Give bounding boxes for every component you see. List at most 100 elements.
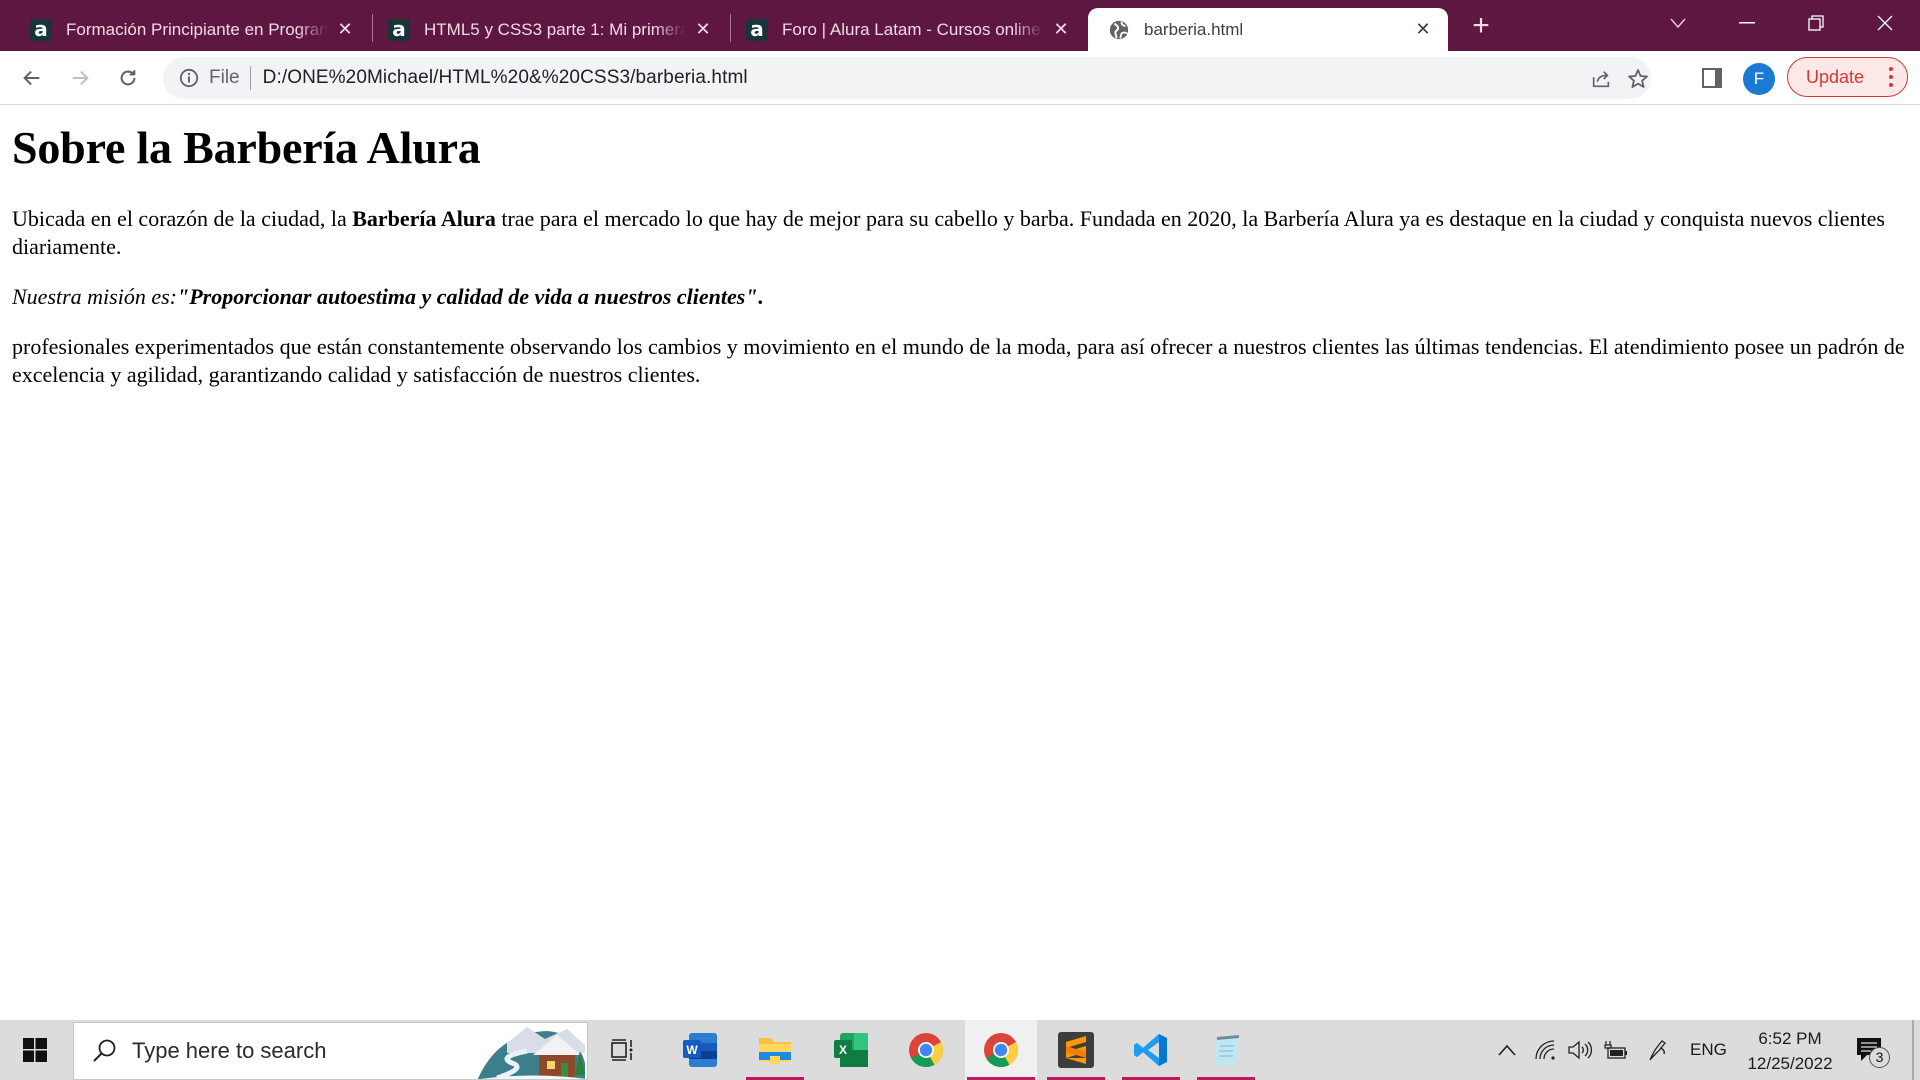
tab-formacion[interactable]: a Formación Principiante en Programación… <box>0 8 372 51</box>
battery-button[interactable] <box>1602 1037 1628 1063</box>
start-button[interactable] <box>0 1020 70 1080</box>
taskbar-notepad[interactable] <box>1195 1020 1257 1080</box>
intro-paragraph: Ubicada en el corazón de la ciudad, la B… <box>12 205 1908 261</box>
task-view-icon <box>611 1039 633 1061</box>
vscode-icon <box>1134 1034 1167 1066</box>
action-center-button[interactable]: 3 <box>1855 1036 1890 1068</box>
network-button[interactable] <box>1533 1037 1559 1063</box>
back-button[interactable] <box>17 63 47 93</box>
close-tab-icon[interactable]: ✕ <box>692 19 714 41</box>
bookmark-button[interactable] <box>1626 67 1650 91</box>
alura-icon: a <box>746 18 768 41</box>
mission-paragraph: Nuestra misión es:"Proporcionar autoesti… <box>12 283 1908 311</box>
chrome-icon <box>909 1033 943 1067</box>
chrome-icon <box>984 1033 1018 1067</box>
page-content: Sobre la Barbería Alura Ubicada en el co… <box>0 106 1920 1020</box>
mission-quote: "Proporcionar autoestima y calidad de vi… <box>177 283 758 309</box>
intro-text-start: Ubicada en el corazón de la ciudad, la <box>12 205 353 231</box>
svg-text:W: W <box>686 1043 698 1057</box>
taskbar-file-explorer[interactable] <box>744 1020 806 1080</box>
show-desktop-button[interactable] <box>1912 1020 1914 1080</box>
taskbar-vscode[interactable] <box>1120 1020 1182 1080</box>
reload-icon <box>120 69 136 86</box>
word-icon: W <box>683 1033 717 1067</box>
search-placeholder: Type here to search <box>132 1038 327 1063</box>
side-panel-icon <box>1702 68 1722 88</box>
more-menu-icon[interactable] <box>1889 67 1893 87</box>
notepad-icon <box>1214 1035 1239 1066</box>
taskbar-chrome-active[interactable] <box>965 1020 1037 1080</box>
tab-barberia[interactable]: barberia.html ✕ <box>1088 8 1448 51</box>
side-panel-button[interactable] <box>1699 65 1725 91</box>
tab-title: barberia.html <box>1144 19 1244 39</box>
search-icon <box>93 1039 116 1062</box>
tab-title: HTML5 y CSS3 parte 1: Mi primera página … <box>424 19 686 39</box>
minimize-button[interactable] <box>1717 0 1777 45</box>
chevron-down-icon <box>1670 18 1686 28</box>
team-paragraph: profesionales experimentados que están c… <box>12 333 1905 387</box>
clock-date: 12/25/2022 <box>1747 1054 1833 1073</box>
arrow-left-icon <box>23 70 40 86</box>
wifi-icon <box>1535 1040 1555 1060</box>
share-button[interactable] <box>1589 67 1613 91</box>
update-button[interactable]: Update <box>1787 57 1908 97</box>
page-title: Sobre la Barbería Alura <box>12 122 481 173</box>
url-text[interactable]: D:/ONE%20Michael/HTML%20&%20CSS3/barberi… <box>263 67 748 89</box>
chevron-up-icon <box>1498 1044 1516 1056</box>
excel-icon: X <box>834 1033 868 1067</box>
pen-workspace-button[interactable] <box>1645 1037 1671 1063</box>
pen-icon <box>1649 1040 1666 1061</box>
restore-button[interactable] <box>1786 0 1846 45</box>
address-bar[interactable]: File D:/ONE%20Michael/HTML%20&%20CSS3/ba… <box>163 57 1651 99</box>
tab-html5-css3[interactable]: a HTML5 y CSS3 parte 1: Mi primera págin… <box>358 8 730 51</box>
address-separator <box>249 66 251 90</box>
show-hidden-icons-button[interactable] <box>1494 1037 1520 1063</box>
close-icon <box>1877 15 1893 30</box>
new-tab-button[interactable]: + <box>1466 11 1496 42</box>
battery-charging-icon <box>1604 1041 1627 1059</box>
clock-time: 6:52 PM <box>1758 1029 1822 1048</box>
winter-cabin-icon <box>477 1027 587 1079</box>
close-tab-icon[interactable]: ✕ <box>1050 19 1072 41</box>
minimize-icon <box>1739 21 1755 23</box>
globe-icon <box>1109 20 1129 39</box>
scheme-label: File <box>209 67 240 88</box>
folder-icon <box>759 1038 791 1064</box>
taskbar-word[interactable]: W <box>669 1020 731 1080</box>
update-label: Update <box>1806 66 1865 87</box>
taskbar-sublime-text[interactable] <box>1045 1020 1107 1080</box>
notification-count-badge: 3 <box>1869 1047 1890 1068</box>
alura-icon: a <box>388 18 410 41</box>
profile-avatar[interactable]: F <box>1743 63 1775 95</box>
brand-name: Barbería Alura <box>352 205 496 231</box>
speaker-icon <box>1568 1040 1593 1060</box>
share-icon <box>1592 71 1610 88</box>
taskbar-excel[interactable]: X <box>820 1020 882 1080</box>
mission-end: . <box>757 283 764 309</box>
volume-button[interactable] <box>1567 1037 1593 1063</box>
star-icon <box>1628 69 1648 88</box>
reload-button[interactable] <box>113 63 143 93</box>
taskbar: Type here to search W X ENG 6:52 PM 12/2… <box>0 1020 1920 1080</box>
clock[interactable]: 6:52 PM 12/25/2022 <box>1735 1026 1845 1076</box>
close-tab-icon[interactable]: ✕ <box>334 19 356 41</box>
taskbar-search-input[interactable]: Type here to search <box>73 1022 588 1080</box>
close-window-button[interactable] <box>1855 0 1915 45</box>
alura-icon: a <box>30 18 52 41</box>
forward-button[interactable] <box>65 63 95 93</box>
svg-text:X: X <box>839 1043 847 1057</box>
windows-icon <box>23 1038 47 1062</box>
restore-icon <box>1808 14 1824 31</box>
close-tab-icon[interactable]: ✕ <box>1412 19 1434 41</box>
info-icon[interactable] <box>179 68 199 88</box>
tab-foro[interactable]: a Foro | Alura Latam - Cursos online de … <box>716 8 1088 51</box>
tab-title: Formación Principiante en Programación <box>66 19 328 39</box>
input-language-indicator[interactable]: ENG <box>1690 1040 1727 1060</box>
task-view-button[interactable] <box>592 1020 654 1080</box>
tab-search-button[interactable] <box>1648 0 1708 45</box>
mission-label: Nuestra misión es: <box>12 283 177 309</box>
taskbar-chrome[interactable] <box>895 1020 957 1080</box>
browser-toolbar: File D:/ONE%20Michael/HTML%20&%20CSS3/ba… <box>0 51 1920 105</box>
tab-title: Foro | Alura Latam - Cursos online de te… <box>782 19 1044 39</box>
arrow-right-icon <box>72 70 89 86</box>
